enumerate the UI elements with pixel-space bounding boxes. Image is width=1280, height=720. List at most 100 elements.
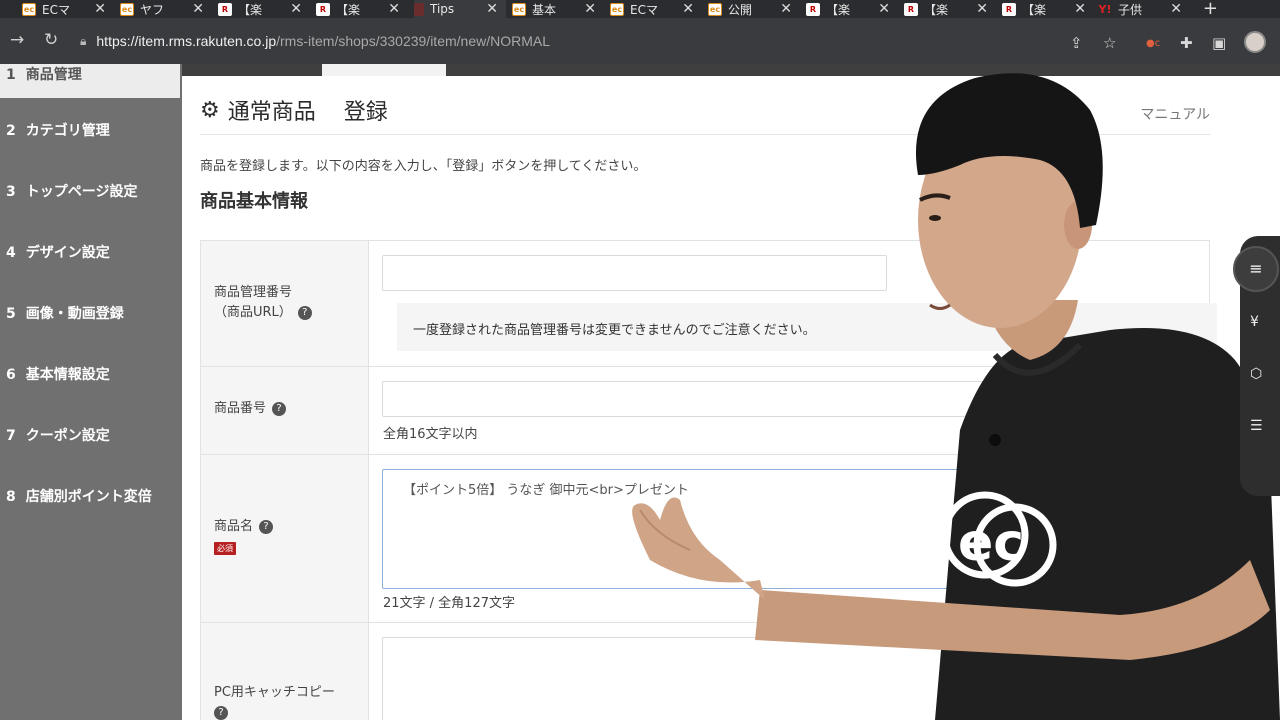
lock-icon: 🔒︎ — [80, 33, 87, 48]
address-bar[interactable]: 🔒︎ https://item.rms.rakuten.co.jp/rms-it… — [80, 26, 1120, 56]
close-icon[interactable]: ✕ — [290, 1, 302, 17]
browser-tab[interactable]: R 【楽 ✕ — [316, 0, 408, 18]
browser-tab[interactable]: ec ヤフ ✕ — [120, 0, 212, 18]
browser-tab-active[interactable]: Tips ✕ — [414, 0, 506, 18]
close-icon[interactable]: ✕ — [1074, 1, 1086, 17]
reload-icon[interactable]: ↻ — [44, 30, 58, 50]
help-icon[interactable]: ? — [272, 401, 287, 416]
close-icon[interactable]: ✕ — [584, 1, 596, 17]
item-number-hint: 全角16文字以内 — [383, 427, 478, 442]
share-icon[interactable]: ⇪ — [1070, 34, 1083, 52]
sidebar-item-label: カテゴリ管理 — [25, 123, 110, 139]
sidebar-item-product-management[interactable]: 1 商品管理 — [0, 64, 180, 98]
item-name-counter: 21文字 / 全角127文字 — [383, 596, 515, 611]
menu-lines-icon[interactable]: ≡ — [1233, 246, 1279, 292]
close-icon[interactable]: ✕ — [1170, 1, 1182, 17]
tab-title: 公開 — [728, 2, 753, 17]
sidebar-item-design[interactable]: 4 デザイン設定 — [6, 242, 110, 262]
sidebar-item-basic-info[interactable]: 6 基本情報設定 — [6, 364, 110, 384]
item-number-input[interactable] — [382, 381, 1002, 417]
sidebar-item-number: 6 — [6, 367, 16, 383]
tab-title: ECマ — [42, 2, 70, 17]
ec-favicon-icon: ec — [120, 2, 134, 16]
form-row-item-number: 商品番号? 全角16文字以内 — [201, 367, 1209, 455]
close-icon[interactable]: ✕ — [878, 1, 890, 17]
sidebar-item-label: 商品管理 — [25, 67, 82, 83]
close-icon[interactable]: ✕ — [94, 1, 106, 17]
browser-tab[interactable]: R 【楽 ✕ — [806, 0, 898, 18]
bookmark-star-icon[interactable]: ☆ — [1103, 34, 1116, 52]
browser-tab[interactable]: R 【楽 ✕ — [218, 0, 310, 18]
help-icon[interactable]: ? — [259, 519, 274, 534]
page-description: 商品を登録します。以下の内容を入力し、「登録」ボタンを押してください。 — [200, 159, 647, 174]
sidebar-item-number: 8 — [6, 489, 16, 505]
sidebar-item-label: 基本情報設定 — [25, 367, 110, 383]
browser-tab[interactable]: ec 基本 ✕ — [512, 0, 604, 18]
form-row-item-name: 商品名? 必須 【ポイント5倍】 うなぎ 御中元<br>プレゼント 21文字 /… — [201, 455, 1209, 623]
pc-catch-copy-textarea[interactable] — [382, 637, 1002, 720]
yen-icon[interactable]: ¥ — [1250, 314, 1259, 330]
form-row-pc-catch-copy: PC用キャッチコピー ? — [201, 623, 1209, 720]
main-content: ⚙ 通常商品 登録 マニュアル 商品を登録します。以下の内容を入力し、「登録」ボ… — [182, 76, 1280, 720]
url-path: /rms-item/shops/330239/item/new/NORMAL — [276, 33, 550, 49]
sidebar-item-category[interactable]: 2 カテゴリ管理 — [6, 120, 110, 140]
item-code-input[interactable] — [382, 255, 887, 291]
browser-tab[interactable]: ec ECマ ✕ — [22, 0, 114, 18]
sidebar-item-media[interactable]: 5 画像・動画登録 — [6, 303, 124, 323]
sidebar-item-label: 店舗別ポイント変倍 — [25, 489, 152, 505]
list-icon[interactable]: ☰ — [1250, 418, 1263, 434]
top-nav-band — [182, 64, 1280, 76]
form-label-cell: 商品番号? — [201, 367, 369, 454]
rms-sidebar: 1 商品管理 2 カテゴリ管理 3 トップページ設定 4 デザイン設定 5 画像・動画登録… — [0, 64, 182, 720]
gear-icon: ⚙ — [200, 97, 220, 123]
browser-tab[interactable]: Y! 子供 ✕ — [1098, 0, 1190, 18]
browser-tab[interactable]: R 【楽 ✕ — [1002, 0, 1094, 18]
sidebar-item-label: 画像・動画登録 — [25, 306, 124, 322]
rakuten-favicon-icon: R — [316, 2, 330, 16]
rakuten-favicon-icon: R — [218, 2, 232, 16]
required-badge: 必須 — [214, 542, 236, 555]
manual-link[interactable]: マニュアル — [1140, 104, 1210, 124]
close-icon[interactable]: ✕ — [388, 1, 400, 17]
tab-title: 子供 — [1118, 2, 1143, 17]
browser-tab[interactable]: R 【楽 ✕ — [904, 0, 996, 18]
new-tab-icon[interactable]: + — [1203, 0, 1218, 19]
browser-tab[interactable]: ec ECマ ✕ — [610, 0, 702, 18]
form-label-cell: 商品名? 必須 — [201, 455, 369, 622]
top-nav-tab-active[interactable] — [322, 64, 446, 76]
extensions-puzzle-icon[interactable]: ✚ — [1180, 34, 1193, 52]
side-panel-icon[interactable]: ▣ — [1212, 34, 1226, 52]
tab-title: 【楽 — [1022, 2, 1047, 17]
profile-avatar[interactable] — [1244, 31, 1266, 53]
close-icon[interactable]: ✕ — [780, 1, 792, 17]
ec-extension-icon[interactable]: ●c — [1146, 38, 1160, 49]
close-icon[interactable]: ✕ — [486, 1, 498, 17]
page-title: ⚙ 通常商品 登録 — [200, 94, 388, 126]
help-icon[interactable]: ? — [214, 705, 228, 720]
cube-icon[interactable]: ⬡ — [1250, 366, 1262, 382]
sidebar-item-coupon[interactable]: 7 クーポン設定 — [6, 425, 110, 445]
help-icon[interactable]: ? — [297, 305, 312, 320]
yahoo-favicon-icon: Y! — [1098, 2, 1112, 16]
item-code-note: 一度登録された商品管理番号は変更できませんのでご注意ください。 — [413, 323, 816, 338]
item-name-textarea[interactable]: 【ポイント5倍】 うなぎ 御中元<br>プレゼント — [382, 469, 1002, 589]
close-icon[interactable]: ✕ — [682, 1, 694, 17]
browser-tab[interactable]: ec 公開 ✕ — [708, 0, 800, 18]
sidebar-item-point-rate[interactable]: 8 店舗別ポイント変倍 — [6, 486, 152, 506]
sidebar-item-top-page[interactable]: 3 トップページ設定 — [6, 181, 137, 201]
sidebar-item-number: 7 — [6, 428, 16, 444]
page-title-main: 通常商品 — [227, 100, 316, 125]
close-icon[interactable]: ✕ — [976, 1, 988, 17]
sidebar-item-number: 4 — [6, 245, 16, 261]
tab-title: 【楽 — [238, 2, 263, 17]
sidebar-item-number: 1 — [6, 67, 16, 83]
tab-title: ECマ — [630, 2, 658, 17]
item-name-label: 商品名 — [214, 519, 254, 534]
forward-arrow-icon[interactable]: → — [10, 30, 24, 50]
tab-title: 基本 — [532, 2, 557, 17]
browser-tab-strip: ec ECマ ✕ ec ヤフ ✕ R 【楽 ✕ R 【楽 ✕ Tips ✕ ec… — [0, 0, 1280, 19]
rakuten-favicon-icon: R — [904, 2, 918, 16]
ec-favicon-icon: ec — [22, 2, 36, 16]
sidebar-item-label: トップページ設定 — [25, 184, 138, 200]
close-icon[interactable]: ✕ — [192, 1, 204, 17]
